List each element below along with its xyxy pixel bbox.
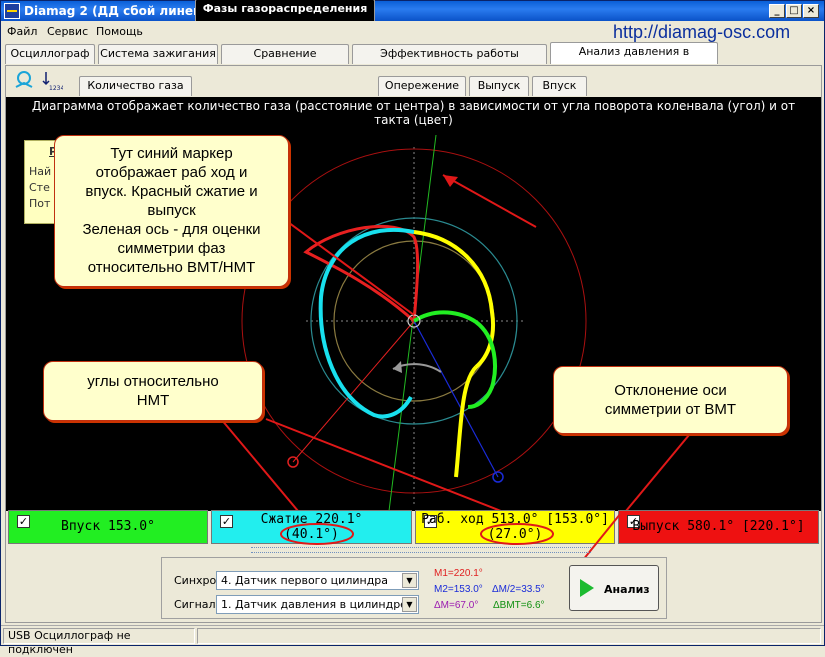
- app-window: Diamag 2 (ДД сбой линейки.dm2) _ □ × Фай…: [0, 0, 825, 656]
- measure-m2: M2=153.0°: [434, 584, 483, 595]
- sync-select[interactable]: 4. Датчик первого цилиндра ▼: [216, 571, 419, 590]
- measure-m1: M1=220.1°: [434, 568, 483, 579]
- chevron-down-icon[interactable]: ▼: [402, 573, 417, 588]
- analyze-button[interactable]: Анализ: [569, 565, 659, 611]
- chevron-down-icon[interactable]: ▼: [402, 597, 417, 612]
- status-cell-empty: [197, 628, 821, 644]
- highlight-power-angle: [480, 523, 554, 545]
- sync-label: Синхро:: [174, 574, 220, 587]
- measure-dm-half: ΔM/2=33.5°: [492, 584, 545, 595]
- play-icon: [580, 579, 594, 597]
- usb-status: USB Осциллограф не подключен: [3, 628, 195, 656]
- measure-dm: ΔM=67.0°: [434, 600, 479, 611]
- sync-select-value: 4. Датчик первого цилиндра: [221, 574, 389, 587]
- status-bar: USB Осциллограф не подключен: [1, 625, 824, 656]
- signal-select[interactable]: 1. Датчик давления в цилиндре ▼: [216, 595, 419, 614]
- analyze-label: Анализ: [604, 583, 650, 596]
- highlight-compression-angle: [280, 523, 354, 545]
- measure-dvmt: ΔВМТ=6.6°: [493, 600, 545, 611]
- signal-label: Сигнал:: [174, 598, 220, 611]
- panel-splitter[interactable]: [251, 547, 591, 553]
- signal-select-value: 1. Датчик давления в цилиндре: [221, 598, 407, 611]
